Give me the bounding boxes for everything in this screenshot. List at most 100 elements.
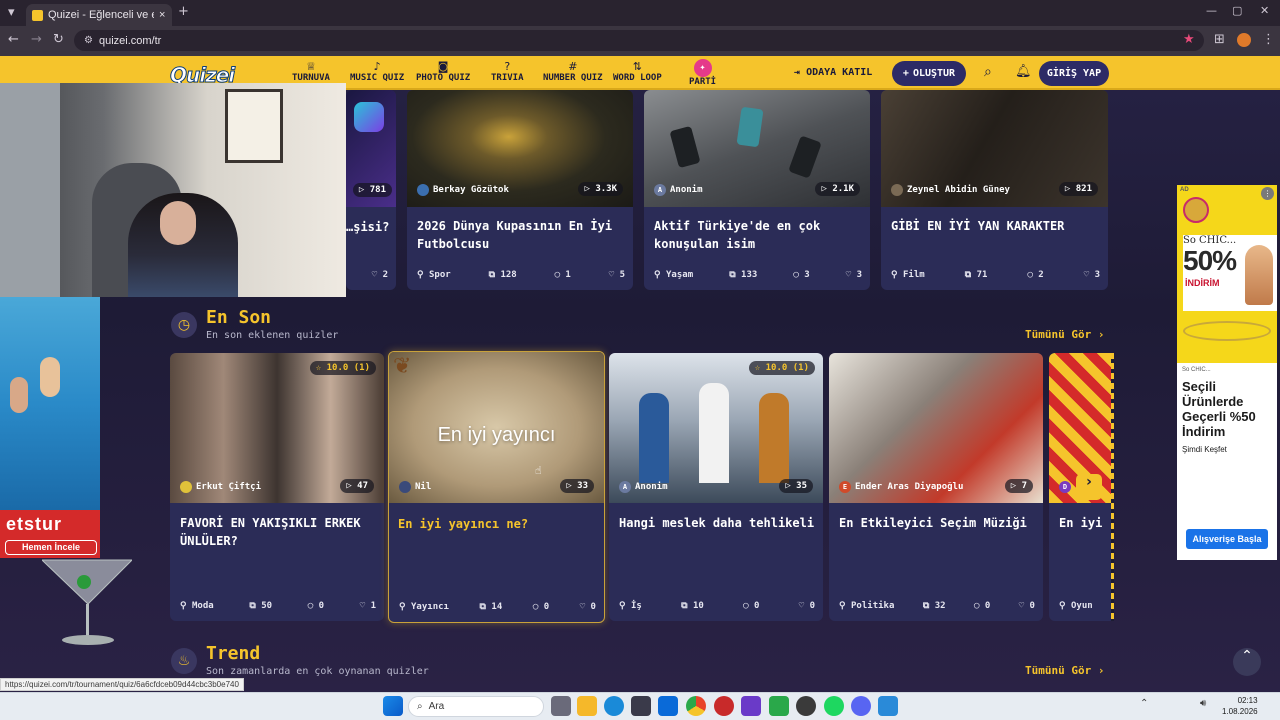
tab-list-icon[interactable]: ▾: [8, 5, 15, 20]
browser-tab[interactable]: Quizei - Eğlenceli ve etkileşimli ×: [26, 4, 172, 26]
ad-headline: Seçili Ürünlerde Geçerli %50 İndirim: [1182, 379, 1256, 439]
comment-count: ◯ 2: [1027, 270, 1044, 280]
ad-subtext[interactable]: Şimdi Keşfet: [1182, 445, 1227, 454]
app-icon[interactable]: [714, 696, 734, 716]
quiz-thumbnail: ▷ 781: [346, 90, 396, 207]
question-count: ⧉ 50: [249, 601, 273, 611]
like-count: ♡ 0: [1018, 601, 1035, 611]
quiz-title: En Etkileyici Seçim Müziği: [839, 516, 1027, 530]
comment-count: ◯ 0: [307, 601, 325, 611]
join-room-link[interactable]: ⇥ ODAYA KATIL: [794, 67, 872, 78]
search-icon[interactable]: ⌕: [984, 64, 992, 80]
nav-music-quiz[interactable]: ♪ MUSIC QUIZ: [350, 60, 404, 83]
taskbar-search[interactable]: ⌕ Ara: [408, 696, 544, 717]
like-count: ♡ 0: [579, 602, 596, 612]
carousel-next-button[interactable]: ›: [1076, 474, 1102, 500]
app-icon[interactable]: [769, 696, 789, 716]
ad-options-icon[interactable]: ⋮: [1261, 187, 1274, 200]
comment-count: ◯ 0: [743, 601, 760, 611]
app-icon[interactable]: [796, 696, 816, 716]
close-window-icon[interactable]: ✕: [1260, 4, 1269, 17]
mail-icon[interactable]: [658, 696, 678, 716]
nav-party[interactable]: ✦ PARTİ: [689, 59, 716, 87]
create-button[interactable]: + OLUŞTUR: [892, 61, 966, 86]
quiz-thumbnail: ☆ 10.0 (1) A Anonim ▷ 35: [609, 353, 823, 503]
login-button[interactable]: GİRİŞ YAP: [1039, 61, 1109, 86]
quiz-card[interactable]: ▷ 781 …şisi? ♡ 2: [346, 90, 396, 290]
quiz-card[interactable]: ☆ 10.0 (1) A Anonim ▷ 35 Hangi meslek dah…: [609, 353, 823, 621]
discord-icon[interactable]: [851, 696, 871, 716]
see-all-link[interactable]: Tümünü Gör ›: [1025, 664, 1104, 677]
category: ⚲ Yaşam: [654, 270, 694, 280]
play-count: 47: [357, 481, 368, 491]
nav-word-loop[interactable]: ⇅ WORD LOOP: [613, 60, 662, 83]
back-icon[interactable]: ←: [8, 32, 19, 47]
like-count: ♡ 3: [845, 270, 862, 280]
quiz-card[interactable]: A Anonim ▷ 2.1K Aktif Türkiye'de en çok k…: [644, 90, 870, 290]
tab-close-icon[interactable]: ×: [159, 9, 165, 21]
start-menu-icon[interactable]: [383, 696, 403, 716]
author-name: Anonim: [635, 482, 668, 492]
party-icon: ✦: [693, 59, 712, 77]
scroll-top-button[interactable]: ⌃: [1233, 648, 1261, 676]
bookmark-star-icon[interactable]: ★: [1183, 32, 1195, 47]
ad-label: AD: [1180, 187, 1189, 193]
profile-avatar[interactable]: [1237, 33, 1251, 47]
quiz-card-hovered[interactable]: ❦ En iyi yayıncı ☝ Nil ▷ 33 En iyi yayın…: [388, 351, 605, 623]
file-explorer-icon[interactable]: [577, 696, 597, 716]
question-count: ⧉ 71: [964, 270, 988, 280]
quiz-thumbnail: Zeynel Abidin Güney ▷ 821: [881, 90, 1108, 207]
quiz-card[interactable]: E Ender Aras Diyapoğlu ▷ 7 En Etkileyici …: [829, 353, 1043, 621]
new-tab-icon[interactable]: +: [178, 4, 189, 19]
edge-icon[interactable]: [604, 696, 624, 716]
reload-icon[interactable]: ↻: [53, 32, 64, 47]
quiz-card[interactable]: Berkay Gözütok ▷ 3.3K 2026 Dünya Kupasın…: [407, 90, 633, 290]
plus-icon: +: [902, 68, 909, 79]
nav-photo-quiz[interactable]: ◙ PHOTO QUIZ: [416, 60, 470, 83]
extensions-icon[interactable]: ⊞: [1214, 32, 1225, 47]
address-bar[interactable]: ⚙ quizei.com/tr: [74, 30, 1204, 51]
site-info-icon[interactable]: ⚙: [84, 35, 93, 46]
forward-icon[interactable]: →: [31, 32, 42, 47]
quiz-thumbnail: Berkay Gözütok ▷ 3.3K: [407, 90, 633, 207]
volume-icon[interactable]: 🔊︎: [1200, 698, 1206, 709]
quiz-title: En iyi yayıncı ne?: [398, 517, 529, 531]
right-ad[interactable]: AD ⋮ So CHIC... 50% İNDİRİM So CHIC... S…: [1177, 185, 1277, 560]
bell-icon[interactable]: 🔔︎: [1015, 64, 1032, 79]
quiz-thumbnail: A Anonim ▷ 2.1K: [644, 90, 870, 207]
left-ad-banner[interactable]: etstur Hemen İncele: [0, 510, 100, 558]
like-count: ♡ 2: [371, 270, 388, 280]
quiz-title: En iyi: [1059, 516, 1103, 530]
spotify-icon[interactable]: [824, 696, 844, 716]
task-view-icon[interactable]: [551, 696, 571, 716]
quiz-title: GİBİ EN İYİ YAN KARAKTER: [891, 219, 1065, 233]
app-icon[interactable]: [741, 696, 761, 716]
maximize-icon[interactable]: ▢: [1232, 4, 1242, 17]
nav-tournament[interactable]: ♕ TURNUVA: [292, 60, 330, 83]
app-icon[interactable]: [878, 696, 898, 716]
ad-cta-button[interactable]: Hemen İncele: [5, 540, 97, 555]
question-count: ⧉ 14: [479, 602, 503, 612]
nav-number-quiz[interactable]: # NUMBER QUIZ: [543, 60, 603, 83]
see-all-link[interactable]: Tümünü Gör ›: [1025, 328, 1104, 341]
nav-trivia[interactable]: ? TRIVIA: [491, 60, 524, 83]
quiz-thumbnail: ❦ En iyi yayıncı ☝ Nil ▷ 33: [389, 352, 604, 503]
quiz-card[interactable]: Zeynel Abidin Güney ▷ 821 GİBİ EN İYİ YA…: [881, 90, 1108, 290]
quiz-card[interactable]: ☆ 10.0 (1) Erkut Çiftçi ▷ 47 FAVORİ EN Y…: [170, 353, 384, 621]
chrome-icon[interactable]: [686, 696, 706, 716]
store-icon[interactable]: [631, 696, 651, 716]
section-title: Trend: [206, 643, 261, 664]
ad-cta-button[interactable]: Alışverişe Başla: [1186, 529, 1268, 549]
play-count: 781: [369, 185, 386, 195]
question-count: ⧉ 128: [488, 270, 517, 280]
minimize-icon[interactable]: —: [1206, 4, 1217, 17]
left-ad-image[interactable]: [0, 297, 100, 510]
windows-taskbar: ⌕ Ara ⌃ 🔊︎ 02:13 1.08.2026: [0, 692, 1280, 720]
like-count: ♡ 0: [798, 601, 815, 611]
clock[interactable]: 02:13 1.08.2026: [1222, 695, 1258, 717]
author-avatar: A: [654, 184, 666, 196]
author-avatar: [399, 481, 411, 493]
browser-menu-icon[interactable]: ⋮: [1262, 32, 1275, 47]
quiz-thumbnail: ☆ 10.0 (1) Erkut Çiftçi ▷ 47: [170, 353, 384, 503]
tray-overflow-icon[interactable]: ⌃: [1140, 698, 1148, 709]
